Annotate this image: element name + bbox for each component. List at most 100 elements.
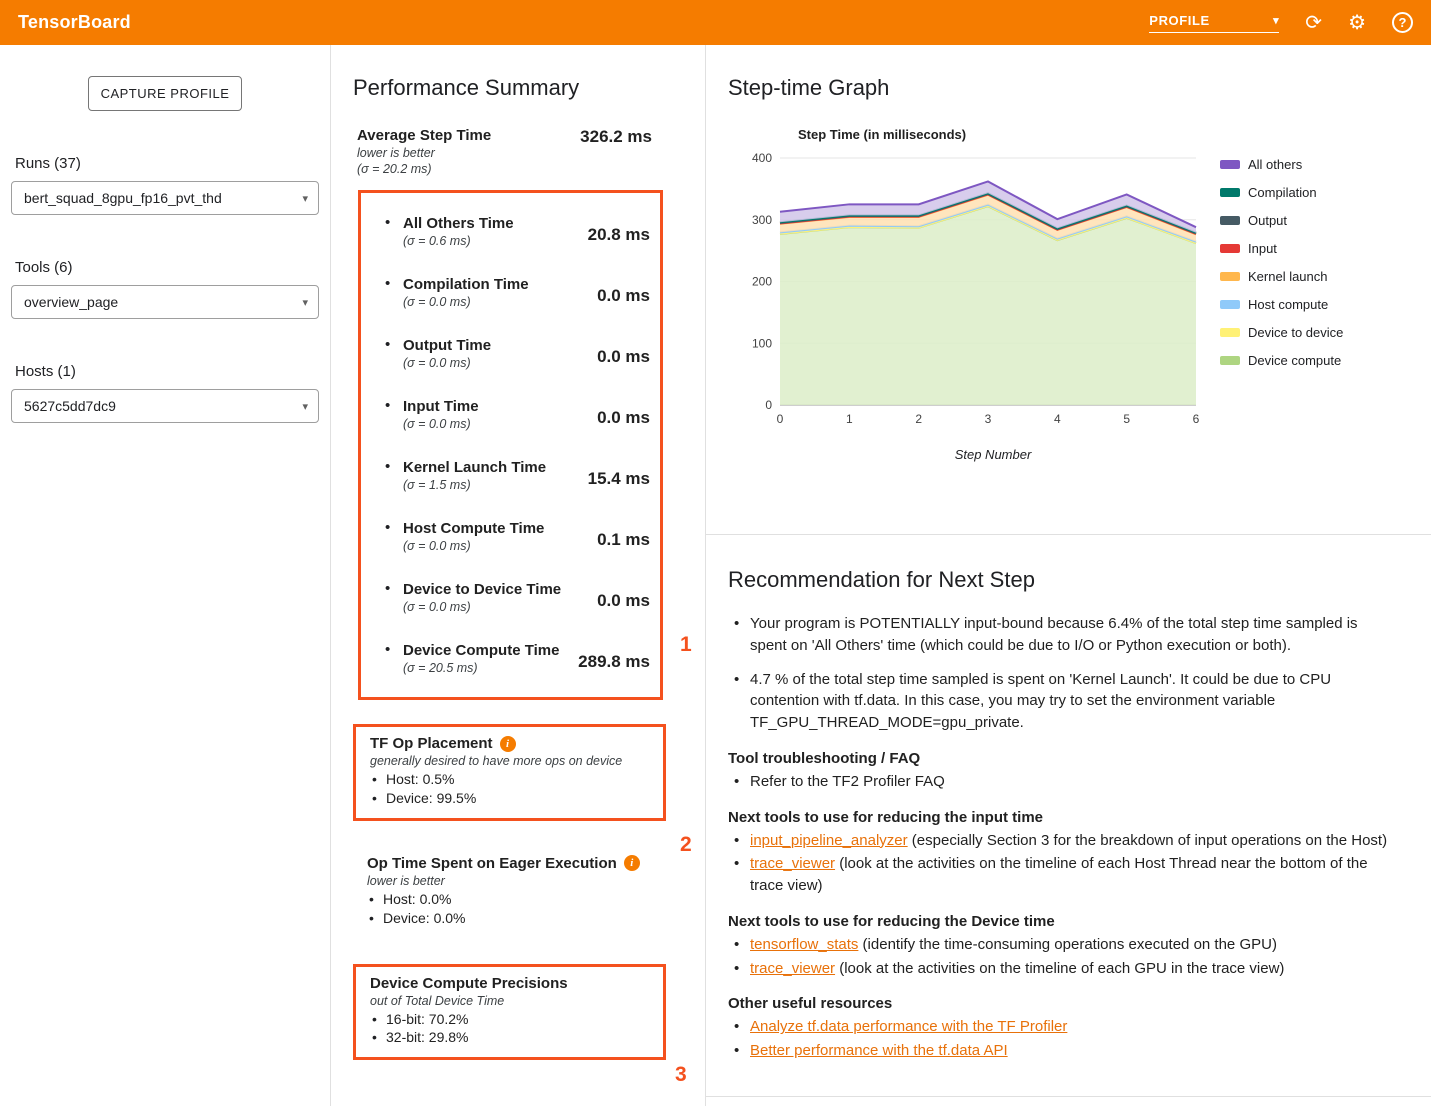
chevron-down-icon: ▾ xyxy=(302,400,308,413)
performance-summary-title: Performance Summary xyxy=(353,75,677,101)
step-time-chart: Step Time (in milliseconds) 010020030040… xyxy=(728,127,1407,462)
recommendation-card: Recommendation for Next Step Your progra… xyxy=(706,535,1431,1097)
tools-select[interactable]: overview_page ▾ xyxy=(11,285,319,319)
metric-value: 0.0 ms xyxy=(597,347,650,367)
trace-viewer-link[interactable]: trace_viewer xyxy=(750,855,835,872)
metric-label: Kernel Launch Time xyxy=(403,459,546,476)
help-icon[interactable]: ? xyxy=(1392,12,1413,33)
svg-text:200: 200 xyxy=(752,275,772,289)
legend-swatch xyxy=(1220,356,1240,365)
metric-value: 15.4 ms xyxy=(588,469,650,489)
rec-section-heading: Next tools to use for reducing the input… xyxy=(728,809,1391,826)
annotation-box-tf-op-placement: TF Op Placement i generally desired to h… xyxy=(353,724,666,821)
runs-select[interactable]: bert_squad_8gpu_fp16_pvt_thd ▾ xyxy=(11,181,319,215)
rec-item-text: (identify the time-consuming operations … xyxy=(858,936,1277,953)
svg-text:2: 2 xyxy=(915,412,922,426)
svg-text:1: 1 xyxy=(846,412,853,426)
metric-label: Compilation Time xyxy=(403,276,529,293)
svg-text:300: 300 xyxy=(752,213,772,227)
legend-label: All others xyxy=(1248,157,1302,172)
gear-icon[interactable]: ⚙ xyxy=(1348,13,1366,33)
svg-text:5: 5 xyxy=(1123,412,1130,426)
metric-value: 0.0 ms xyxy=(597,408,650,428)
legend-label: Compilation xyxy=(1248,185,1317,200)
average-step-time-note: lower is better xyxy=(357,146,491,160)
tensorflow-stats-link[interactable]: tensorflow_stats xyxy=(750,936,858,953)
average-step-time-row: Average Step Time lower is better (σ = 2… xyxy=(357,127,652,176)
metric-sigma: (σ = 0.0 ms) xyxy=(403,356,491,370)
metric-sigma: (σ = 0.6 ms) xyxy=(403,234,514,248)
hosts-select-value: 5627c5dd7dc9 xyxy=(24,398,116,414)
rec-item-text: Refer to the TF2 Profiler FAQ xyxy=(750,773,945,790)
rec-item: input_pipeline_analyzer (especially Sect… xyxy=(728,830,1391,852)
legend-item: Device compute xyxy=(1220,353,1343,368)
info-icon[interactable]: i xyxy=(500,736,516,752)
reload-icon[interactable]: ⟳ xyxy=(1305,13,1322,33)
tools-label: Tools (6) xyxy=(15,259,319,276)
legend-item: Compilation xyxy=(1220,185,1343,200)
metric-sigma: (σ = 0.0 ms) xyxy=(403,539,544,553)
legend-swatch xyxy=(1220,216,1240,225)
precision-32bit: 32-bit: 29.8% xyxy=(370,1028,651,1047)
dashboard-selector[interactable]: PROFILE ▾ xyxy=(1149,13,1279,33)
svg-text:6: 6 xyxy=(1193,412,1200,426)
input-pipeline-analyzer-link[interactable]: input_pipeline_analyzer xyxy=(750,832,908,849)
rec-section-heading: Other useful resources xyxy=(728,995,1391,1012)
legend-label: Input xyxy=(1248,241,1277,256)
step-time-graph-card: Step-time Graph Step Time (in millisecon… xyxy=(706,45,1431,535)
metric-sigma: (σ = 0.0 ms) xyxy=(403,600,561,614)
tensorboard-app: TensorBoard PROFILE ▾ ⟳ ⚙ ? CAPTURE PROF… xyxy=(0,0,1431,1106)
app-header: TensorBoard PROFILE ▾ ⟳ ⚙ ? xyxy=(0,0,1431,45)
tf-op-placement-note: generally desired to have more ops on de… xyxy=(370,754,651,768)
metric-value: 0.0 ms xyxy=(597,591,650,611)
recommendation-bullet: 4.7 % of the total step time sampled is … xyxy=(728,669,1391,734)
legend-swatch xyxy=(1220,160,1240,169)
legend-item: All others xyxy=(1220,157,1343,172)
legend-swatch xyxy=(1220,188,1240,197)
metric-label: Device to Device Time xyxy=(403,581,561,598)
svg-text:0: 0 xyxy=(777,412,784,426)
device-precisions-title: Device Compute Precisions xyxy=(370,975,568,992)
rec-item: Better performance with the tf.data API xyxy=(728,1040,1391,1062)
legend-swatch xyxy=(1220,300,1240,309)
metric-row-device-compute: Device Compute Time (σ = 20.5 ms) 289.8 … xyxy=(361,628,660,689)
tf-op-placement-title: TF Op Placement xyxy=(370,735,493,752)
rec-item-text: (look at the activities on the timeline … xyxy=(750,855,1368,894)
metric-row-device-to-device: Device to Device Time (σ = 0.0 ms) 0.0 m… xyxy=(361,567,660,628)
trace-viewer-link[interactable]: trace_viewer xyxy=(750,960,835,977)
metric-value: 20.8 ms xyxy=(588,225,650,245)
info-icon[interactable]: i xyxy=(624,855,640,871)
step-time-graph-title: Step-time Graph xyxy=(728,75,1407,101)
stacked-area-chart: 01002003004000123456 xyxy=(746,150,1206,430)
rec-item-text: (especially Section 3 for the breakdown … xyxy=(908,832,1387,849)
metric-sigma: (σ = 0.0 ms) xyxy=(403,417,479,431)
tfdata-performance-link[interactable]: Analyze tf.data performance with the TF … xyxy=(750,1018,1067,1035)
precision-16bit: 16-bit: 70.2% xyxy=(370,1010,651,1029)
right-panel: Step-time Graph Step Time (in millisecon… xyxy=(706,45,1431,1106)
hosts-label: Hosts (1) xyxy=(15,363,319,380)
dashboard-selector-value: PROFILE xyxy=(1149,13,1210,28)
tools-select-value: overview_page xyxy=(24,294,118,310)
app-title: TensorBoard xyxy=(18,12,131,33)
tf-op-placement-host: Host: 0.5% xyxy=(370,770,651,789)
capture-profile-button[interactable]: CAPTURE PROFILE xyxy=(88,76,242,111)
recommendation-title: Recommendation for Next Step xyxy=(728,567,1391,593)
chart-x-axis-title: Step Number xyxy=(746,447,1206,462)
legend-label: Kernel launch xyxy=(1248,269,1328,284)
hosts-select[interactable]: 5627c5dd7dc9 ▾ xyxy=(11,389,319,423)
annotation-box-device-precisions: Device Compute Precisions out of Total D… xyxy=(353,964,666,1061)
eager-execution-block: Op Time Spent on Eager Execution i lower… xyxy=(353,855,666,928)
metric-label: All Others Time xyxy=(403,215,514,232)
svg-text:400: 400 xyxy=(752,151,772,165)
legend-label: Device to device xyxy=(1248,325,1343,340)
rec-item: tensorflow_stats (identify the time-cons… xyxy=(728,934,1391,956)
rec-item-text: (look at the activities on the timeline … xyxy=(835,960,1284,977)
metric-sigma: (σ = 0.0 ms) xyxy=(403,295,529,309)
legend-label: Host compute xyxy=(1248,297,1328,312)
legend-label: Output xyxy=(1248,213,1287,228)
performance-summary-panel: Performance Summary Average Step Time lo… xyxy=(331,45,706,1106)
legend-swatch xyxy=(1220,328,1240,337)
tfdata-api-link[interactable]: Better performance with the tf.data API xyxy=(750,1042,1008,1059)
runs-label: Runs (37) xyxy=(15,155,319,172)
metric-label: Device Compute Time xyxy=(403,642,559,659)
